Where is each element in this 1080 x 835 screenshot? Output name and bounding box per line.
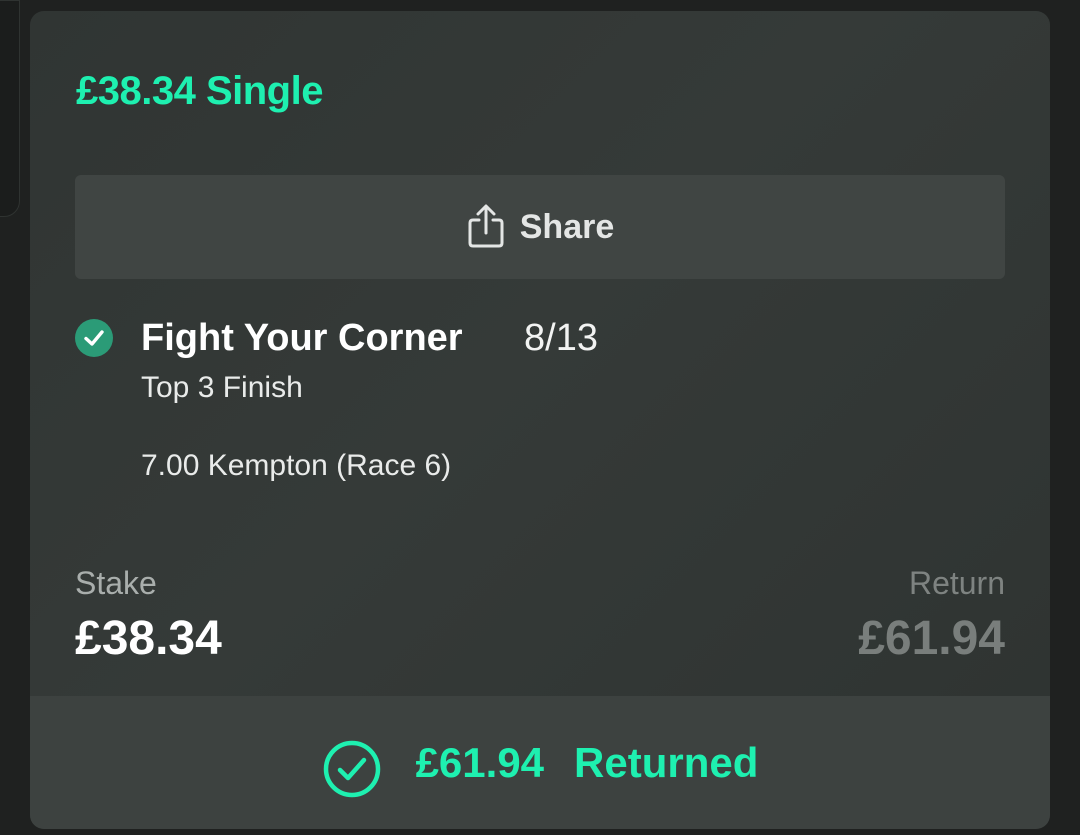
selection-odds: 8/13	[524, 317, 598, 359]
stake-label: Stake	[75, 565, 157, 601]
return-value: £61.94	[858, 612, 1005, 665]
result-bar: £61.94 Returned	[30, 696, 1050, 829]
returned-label: Returned	[574, 738, 759, 786]
selection-name: Fight Your Corner	[141, 317, 463, 359]
event-name: 7.00 Kempton (Race 6)	[141, 449, 452, 482]
stake-value: £38.34	[75, 612, 222, 665]
returned-amount: £61.94	[415, 738, 545, 786]
return-label: Return	[908, 565, 1005, 601]
bet-receipt-card: £38.34 Single Share Fight Your Corner 8/…	[30, 11, 1050, 829]
share-button[interactable]: Share	[75, 175, 1005, 279]
check-circle-outline-icon	[323, 740, 380, 797]
bet-title: £38.34 Single	[76, 69, 323, 113]
check-circle-icon	[75, 319, 113, 357]
adjacent-card-edge	[0, 0, 20, 217]
share-button-label: Share	[519, 207, 615, 246]
selection-market: Top 3 Finish	[141, 371, 303, 404]
share-icon	[468, 204, 504, 248]
